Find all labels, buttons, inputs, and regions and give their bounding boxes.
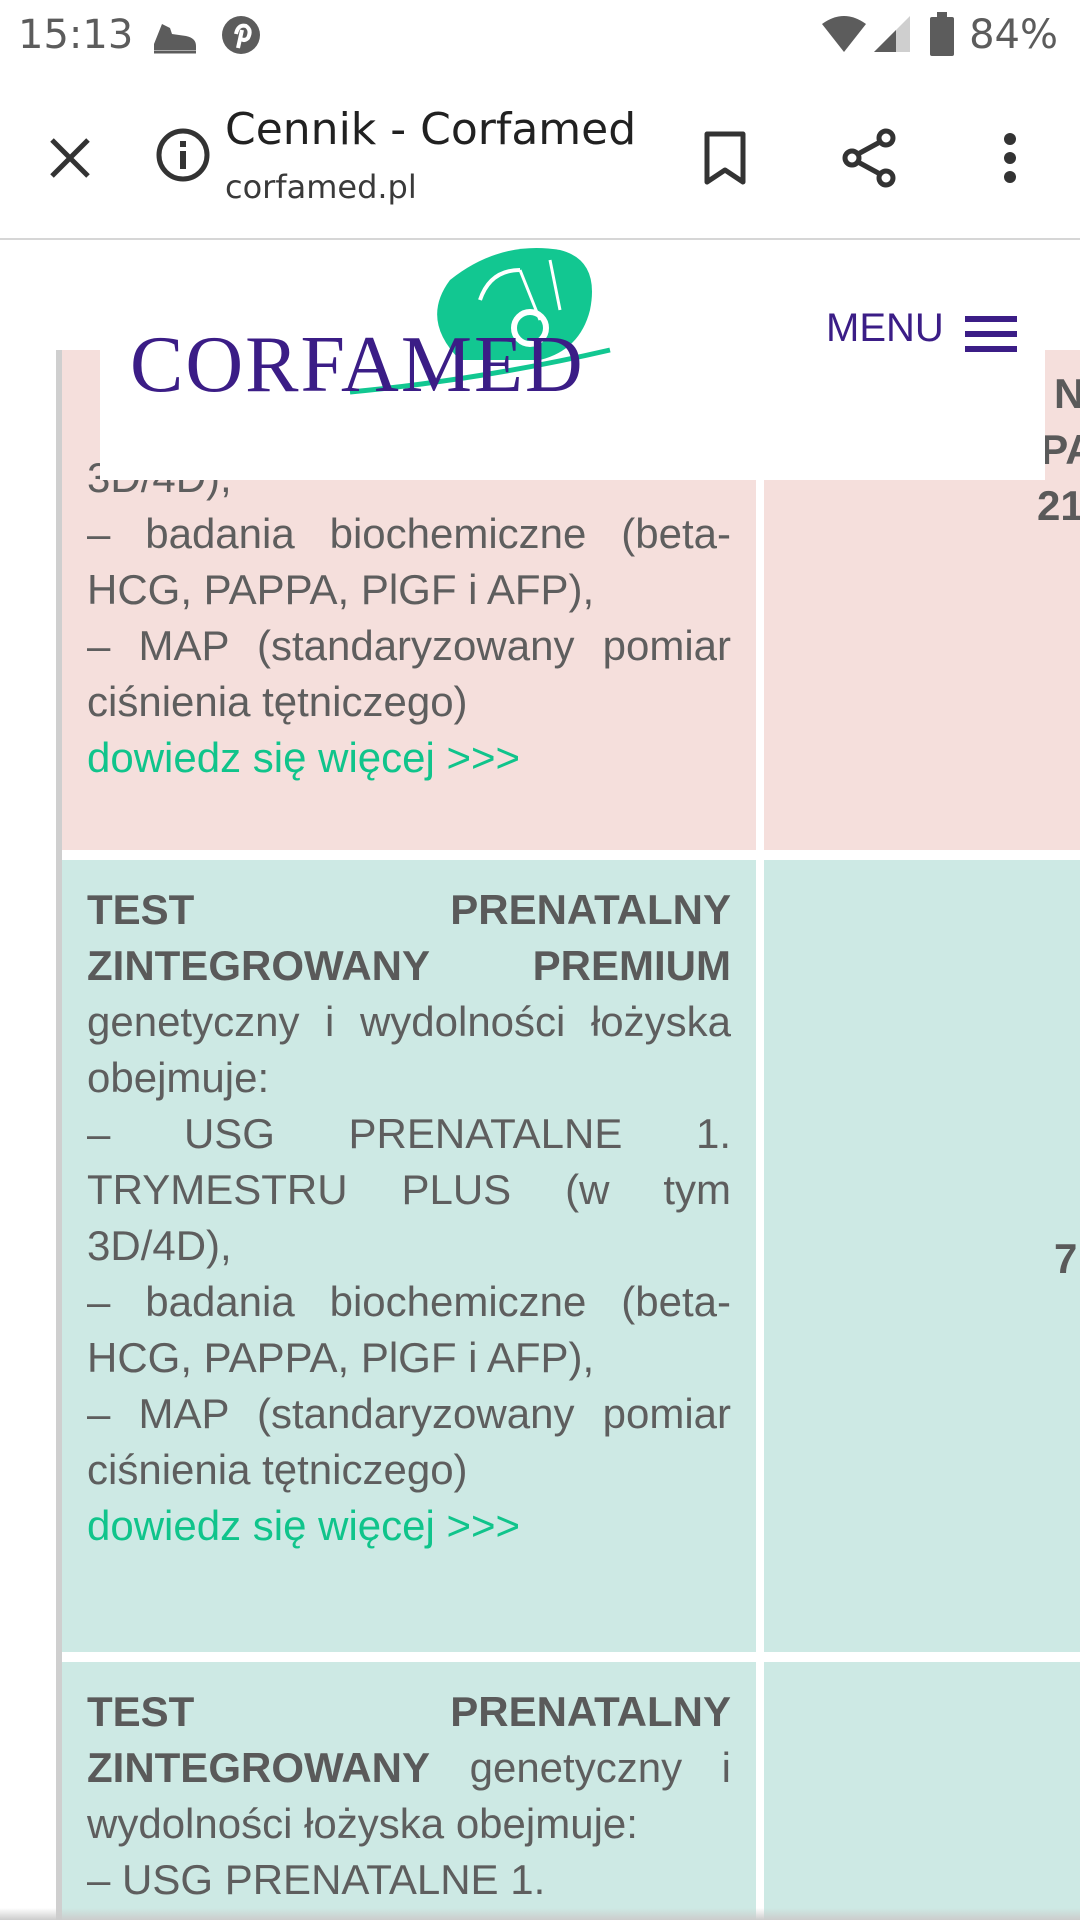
site-logo[interactable]: CORFAMED <box>120 240 720 420</box>
hamburger-menu-icon[interactable] <box>965 314 1017 354</box>
status-time: 15:13 <box>18 12 134 58</box>
bottom-shadow <box>0 1908 1080 1920</box>
battery-icon <box>930 12 954 60</box>
product-subtitle: genetyczny i wydolności łożyska obejmuje… <box>87 998 731 1101</box>
list-item: – MAP (standaryzowany pomiar ciśnienia t… <box>87 622 731 725</box>
signal-icon <box>872 14 912 58</box>
table-row: TEST PRENATALNY ZINTEGROWANY genetyczny … <box>62 1662 1080 1920</box>
table-row: TEST PRENATALNY ZINTEGROWANY PREMIUM gen… <box>62 860 1080 1652</box>
list-item: – USG PRENATALNE 1. TRYMESTRU PLUS (w ty… <box>87 1110 731 1269</box>
list-item: – USG PRENATALNE 1. <box>87 1856 546 1903</box>
description-cell: TEST PRENATALNY ZINTEGROWANY genetyczny … <box>62 1662 756 1920</box>
info-icon[interactable] <box>148 120 218 190</box>
list-item: – badania biochemiczne (beta-HCG, PAPPA,… <box>87 510 731 613</box>
more-info-link[interactable]: dowiedz się więcej >>> <box>87 730 731 786</box>
browser-toolbar: Cennik - Corfamed corfamed.pl <box>0 72 1080 240</box>
battery-percentage: 84% <box>969 12 1058 58</box>
share-icon[interactable] <box>830 118 910 198</box>
page-content: 3D/4D), – badania biochemiczne (beta-HCG… <box>0 240 1080 1920</box>
price-cell: 7 <box>764 860 1080 1652</box>
list-item: – MAP (standaryzowany pomiar ciśnienia t… <box>87 1390 731 1493</box>
more-vert-icon[interactable] <box>980 118 1040 198</box>
menu-label[interactable]: MENU <box>826 306 944 351</box>
price-text: 21 <box>1037 482 1080 529</box>
product-title: TEST PRENATALNY ZINTEGROWANY PREMIUM <box>87 886 731 989</box>
page-title[interactable]: Cennik - Corfamed <box>225 104 636 155</box>
bookmark-icon[interactable] <box>690 118 760 198</box>
list-item: – badania biochemiczne (beta-HCG, PAPPA,… <box>87 1278 731 1381</box>
close-icon[interactable] <box>30 118 110 198</box>
price-text: 7 <box>1054 1235 1078 1282</box>
price-cell <box>764 1662 1080 1920</box>
logo-text: CORFAMED <box>130 321 585 409</box>
status-bar: 15:13 84% <box>0 0 1080 72</box>
page-url[interactable]: corfamed.pl <box>225 168 417 206</box>
description-cell: TEST PRENATALNY ZINTEGROWANY PREMIUM gen… <box>62 860 756 1652</box>
wifi-icon <box>820 14 868 58</box>
more-info-link[interactable]: dowiedz się więcej >>> <box>87 1498 731 1554</box>
pinterest-icon <box>220 14 262 60</box>
sneaker-icon <box>150 16 200 60</box>
price-text: N <box>1054 370 1080 417</box>
